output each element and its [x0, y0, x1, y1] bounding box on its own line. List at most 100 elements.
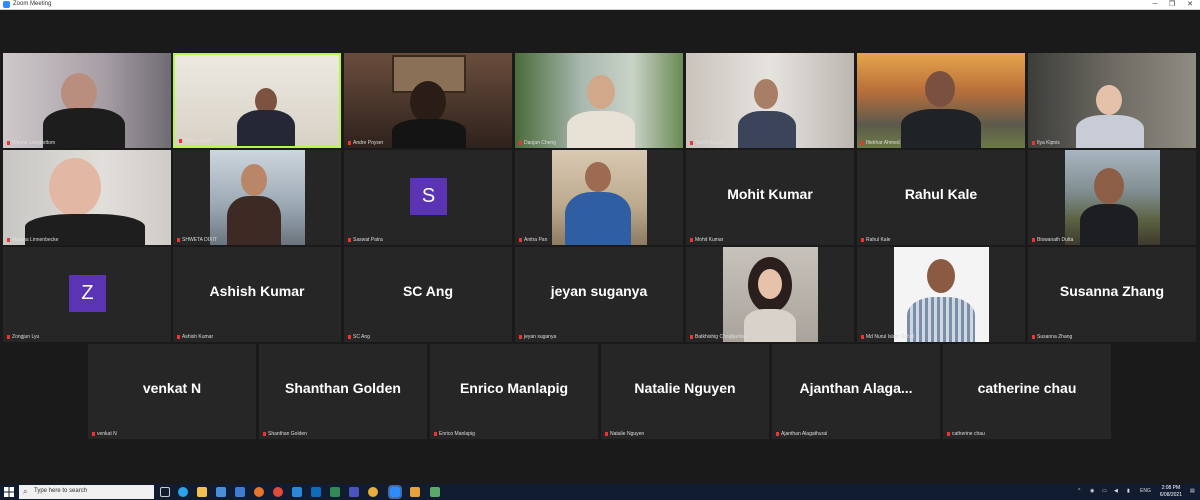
mic-muted-icon [434, 431, 437, 436]
participant-name: Ashish Kumar [177, 334, 213, 340]
windows-start-icon[interactable] [4, 487, 14, 497]
participant-tile[interactable]: venkat N venkat N [88, 344, 256, 439]
participant-tile[interactable]: catherine chau catherine chau [943, 344, 1111, 439]
mic-muted-icon [348, 237, 351, 242]
network-icon[interactable]: ▭ [1102, 488, 1107, 494]
participant-name: Wayne Longbottom [7, 140, 55, 146]
participant-tile[interactable]: Batkhishig Choijiljamba [686, 247, 854, 342]
participant-tile[interactable]: Daojan Cheng [515, 53, 683, 148]
search-icon: ⌕ [23, 487, 28, 496]
participant-tile[interactable]: Z Zongjun Lyu [3, 247, 171, 342]
participant-display-name: catherine chau [977, 380, 1077, 396]
taskbar-clock[interactable]: 2:08 PM 6/08/2021 [1160, 485, 1182, 499]
windows-taskbar: ⌕ Type here to search ^ ◉ ▭ ◀ ▮ ENG 2:08… [0, 484, 1200, 500]
participant-name: Ilya Kipnis [1032, 140, 1060, 146]
participant-name: Shanthan Golden [263, 431, 307, 437]
app-icon[interactable] [430, 487, 440, 497]
maximize-button[interactable]: ❐ [1163, 0, 1181, 9]
participant-name: Mohit Kumar [690, 237, 723, 243]
participant-name: SC Ang [348, 334, 370, 340]
participant-tile[interactable]: jeyan suganya jeyan suganya [515, 247, 683, 342]
participant-tile[interactable]: Mohit Kumar Mohit Kumar [686, 150, 854, 245]
mic-muted-icon [690, 140, 693, 145]
participant-display-name: Ajanthan Alaga... [799, 380, 913, 396]
mic-muted-icon [263, 431, 266, 436]
participant-tile[interactable]: Enrico Manlapig Enrico Manlapig [430, 344, 598, 439]
participant-name: Susanna Zhang [1032, 334, 1072, 340]
participant-name: venkat N [92, 431, 117, 437]
participant-name: Abhay Singh [179, 138, 212, 144]
participant-tile[interactable]: Martina Linnenbecke [3, 150, 171, 245]
notification-icon[interactable]: ▤ [1190, 488, 1195, 494]
store-icon[interactable] [216, 487, 226, 497]
battery-icon[interactable]: ▮ [1127, 488, 1130, 494]
volume-icon[interactable]: ◀ [1114, 488, 1118, 494]
language-indicator[interactable]: ENG [1140, 488, 1151, 494]
teams-icon[interactable] [349, 487, 359, 497]
participant-name: catherine chau [947, 431, 985, 437]
participant-name: Tanvir Ahmed [690, 140, 725, 146]
participant-tile[interactable]: Anitra Pan [515, 150, 683, 245]
participant-avatar: S [410, 178, 447, 215]
task-view-icon[interactable] [160, 487, 170, 497]
close-button[interactable]: ✕ [1181, 0, 1199, 9]
participant-tile[interactable]: Natalie Nguyen Natalie Nguyen [601, 344, 769, 439]
participant-name: Daojan Cheng [519, 140, 556, 146]
participant-tile-active-speaker[interactable]: Abhay Singh [173, 53, 341, 148]
tray-chevron-icon[interactable]: ^ [1078, 488, 1080, 494]
participant-tile[interactable]: Andre Poyser [344, 53, 512, 148]
participant-name: Andre Poyser [348, 140, 383, 146]
participant-tile[interactable]: Iftekhar Ahmed [857, 53, 1025, 148]
participant-display-name: Ashish Kumar [209, 283, 305, 299]
participant-name: Zongjun Lyu [7, 334, 39, 340]
mic-muted-icon [861, 140, 864, 145]
clock-time: 2:08 PM [1161, 485, 1181, 491]
participant-name: Biswanath Dutta [1032, 237, 1073, 243]
participant-name: SHWETA DIXIT [177, 237, 217, 243]
participant-tile[interactable]: Susanna Zhang Susanna Zhang [1028, 247, 1196, 342]
participant-tile[interactable]: S Saswat Patra [344, 150, 512, 245]
tray-icon[interactable]: ◉ [1090, 488, 1094, 494]
mic-muted-icon [1032, 140, 1035, 145]
participant-tile[interactable]: Ajanthan Alaga... Ajanthan Alagathurai [772, 344, 940, 439]
chrome-icon[interactable] [273, 487, 283, 497]
participant-name: jeyan suganya [519, 334, 556, 340]
participant-tile[interactable]: Ilya Kipnis [1028, 53, 1196, 148]
app-icon[interactable] [410, 487, 420, 497]
participant-tile[interactable]: SHWETA DIXIT [173, 150, 341, 245]
participant-name: Martina Linnenbecke [7, 237, 58, 243]
minimize-button[interactable]: ─ [1146, 0, 1164, 9]
zoom-taskbar-icon[interactable] [388, 485, 402, 499]
mic-muted-icon [177, 334, 180, 339]
mic-muted-icon [690, 334, 693, 339]
mic-muted-icon [1032, 237, 1035, 242]
mail-icon[interactable] [235, 487, 245, 497]
taskbar-search-box[interactable]: ⌕ Type here to search [19, 485, 154, 499]
participant-display-name: jeyan suganya [550, 283, 648, 299]
participant-display-name: Mohit Kumar [727, 186, 813, 202]
mic-muted-icon [348, 140, 351, 145]
participant-tile[interactable]: Ashish Kumar Ashish Kumar [173, 247, 341, 342]
search-placeholder: Type here to search [34, 488, 88, 494]
edge-icon[interactable] [178, 487, 188, 497]
mic-muted-icon [1032, 334, 1035, 339]
window-title: Zoom Meeting [13, 1, 52, 7]
participant-tile[interactable]: Wayne Longbottom [3, 53, 171, 148]
outlook-icon[interactable] [311, 487, 321, 497]
participant-tile[interactable]: SC Ang SC Ang [344, 247, 512, 342]
app-icon[interactable] [368, 487, 378, 497]
participant-name: Iftekhar Ahmed [861, 140, 900, 146]
firefox-icon[interactable] [254, 487, 264, 497]
mic-muted-icon [861, 334, 864, 339]
participant-tile[interactable]: Md Nurul Islam Sohel [857, 247, 1025, 342]
gallery-view: Wayne Longbottom Abhay Singh Andre Poyse… [0, 10, 1200, 484]
participant-tile[interactable]: Shanthan Golden Shanthan Golden [259, 344, 427, 439]
word-icon[interactable] [292, 487, 302, 497]
participant-display-name: venkat N [142, 380, 202, 396]
excel-icon[interactable] [330, 487, 340, 497]
participant-tile[interactable]: Biswanath Dutta [1028, 150, 1196, 245]
participant-tile[interactable]: Rahul Kale Rahul Kale [857, 150, 1025, 245]
participant-tile[interactable]: Tanvir Ahmed [686, 53, 854, 148]
file-explorer-icon[interactable] [197, 487, 207, 497]
participant-display-name: Susanna Zhang [1059, 283, 1165, 299]
